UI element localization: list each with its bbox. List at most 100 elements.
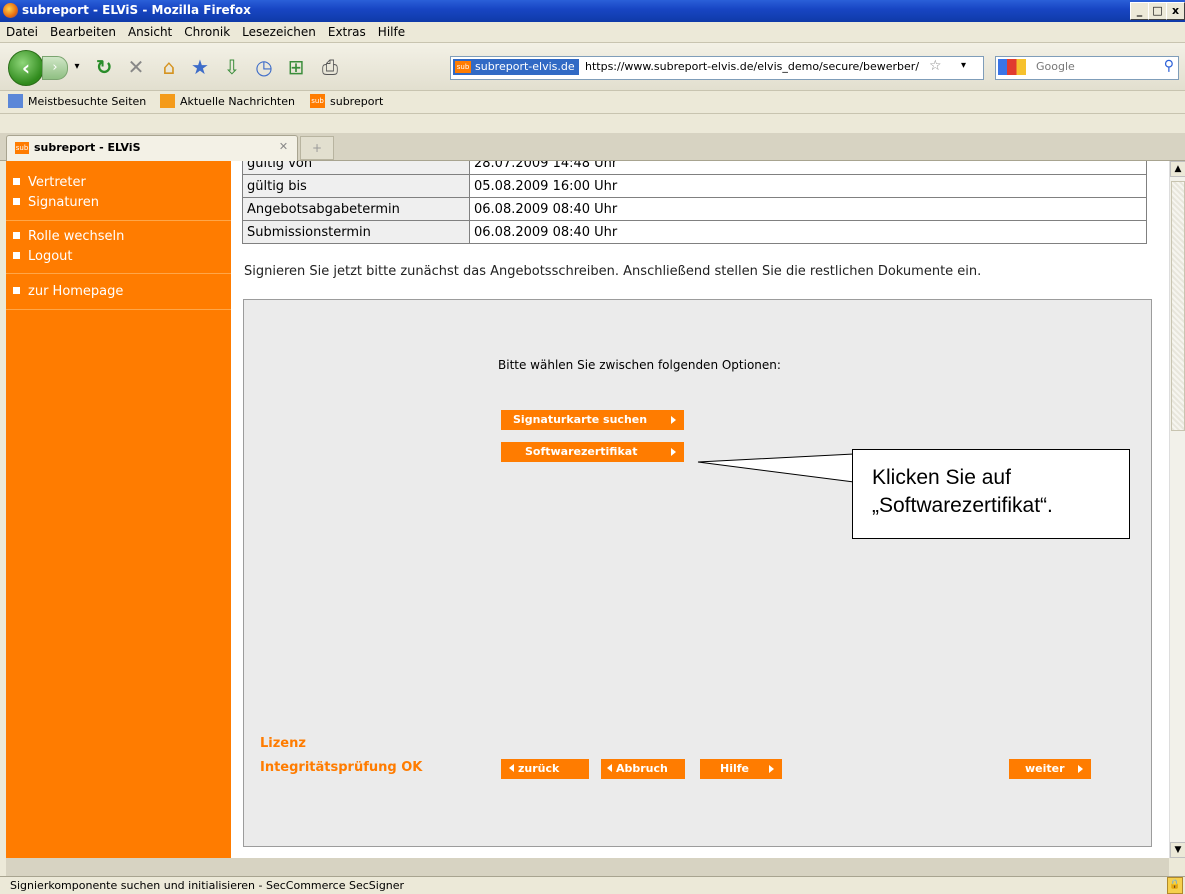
sidebar-item-vertreter[interactable]: Vertreter (13, 175, 86, 190)
subreport-icon: sub (15, 142, 29, 154)
options-prompt: Bitte wählen Sie zwischen folgenden Opti… (498, 358, 781, 372)
signaturkarte-button[interactable]: Signaturkarte suchen (501, 410, 684, 430)
sidebar-item-label: zur Homepage (28, 284, 124, 299)
next-button[interactable]: weiter (1009, 759, 1091, 779)
search-input[interactable]: Google ⚲ (995, 56, 1179, 80)
scrollbar-thumb[interactable] (1171, 181, 1185, 431)
sidebar-item-rolle-wechseln[interactable]: Rolle wechseln (13, 229, 124, 244)
back-icon[interactable]: ‹ (8, 50, 44, 86)
tab-bar: sub subreport - ELViS ✕ + (0, 133, 1185, 161)
sidebar-item-label: Rolle wechseln (28, 229, 125, 244)
triangle-right-icon (1078, 765, 1083, 773)
clock-icon[interactable]: ◷ (250, 53, 278, 81)
table-key: Angebotsabgabetermin (242, 197, 470, 221)
bullet-icon (13, 232, 20, 239)
minimize-button[interactable]: _ (1130, 2, 1149, 20)
print-icon[interactable]: ⎙ (316, 53, 344, 81)
button-label: Abbruch (616, 762, 668, 775)
tab-subreport[interactable]: sub subreport - ELViS ✕ (6, 135, 298, 161)
reload-icon[interactable]: ↻ (90, 53, 118, 81)
sidebar-divider (6, 220, 231, 221)
callout-line-1: Klicken Sie auf (872, 466, 1011, 489)
table-value: 28.07.2009 14:48 Uhr (469, 161, 1147, 175)
stop-icon[interactable]: ✕ (122, 53, 150, 81)
search-icon[interactable]: ⚲ (1164, 58, 1174, 74)
scroll-up-icon[interactable]: ▲ (1170, 161, 1185, 177)
callout-pointer-line (697, 453, 855, 483)
status-text: Signierkomponente suchen und initialisie… (10, 879, 405, 892)
address-bar[interactable]: subreport-elvis.de https://www.subreport… (450, 56, 984, 80)
sidebar-divider (6, 309, 231, 310)
signer-panel: Bitte wählen Sie zwischen folgenden Opti… (243, 299, 1152, 847)
maximize-button[interactable]: □ (1148, 2, 1167, 20)
menu-ansicht[interactable]: Ansicht (122, 22, 178, 39)
vertical-scrollbar[interactable]: ▲ ▼ (1169, 161, 1185, 858)
google-icon[interactable] (998, 59, 1026, 75)
tender-info-table: gültig von 28.07.2009 14:48 Uhr gültig bi… (242, 161, 1147, 244)
lock-icon[interactable]: 🔒 (1167, 877, 1183, 894)
help-button[interactable]: Hilfe (700, 759, 782, 779)
bookmark-label: subreport (330, 95, 384, 108)
close-button[interactable]: x (1166, 2, 1185, 20)
tab-label: subreport - ELViS (34, 141, 141, 154)
menu-chronik[interactable]: Chronik (178, 22, 236, 39)
menu-datei[interactable]: Datei (0, 22, 44, 39)
page-content: Vertreter Signaturen Rolle wechseln Logo… (6, 161, 1169, 858)
sidebar-item-logout[interactable]: Logout (13, 249, 73, 264)
sidebar: Vertreter Signaturen Rolle wechseln Logo… (6, 161, 231, 858)
triangle-left-icon (607, 764, 612, 772)
license-link[interactable]: Lizenz (260, 736, 306, 751)
bullet-icon (13, 198, 20, 205)
back-button[interactable]: zurück (501, 759, 589, 779)
menu-lesezeichen[interactable]: Lesezeichen (236, 22, 322, 39)
integrity-status: Integritätsprüfung OK (260, 760, 423, 775)
button-label: Hilfe (720, 762, 749, 775)
sidebar-item-homepage[interactable]: zur Homepage (13, 284, 123, 299)
triangle-right-icon (671, 448, 676, 456)
table-key: Submissionstermin (242, 220, 470, 244)
table-value: 06.08.2009 08:40 Uhr (469, 197, 1147, 221)
sidebar-item-label: Signaturen (28, 195, 99, 210)
home-icon[interactable]: ⌂ (155, 53, 183, 81)
cancel-button[interactable]: Abbruch (601, 759, 685, 779)
table-row: Submissionstermin 06.08.2009 08:40 Uhr (242, 220, 1147, 244)
navigation-toolbar: ‹ › ▾ ↻ ✕ ⌂ ★ ⇩ ◷ ⊞ ⎙ subreport-elvis.de… (0, 43, 1185, 91)
table-row: gültig von 28.07.2009 14:48 Uhr (242, 161, 1147, 175)
menu-extras[interactable]: Extras (322, 22, 372, 39)
bookmarks-icon[interactable]: ★ (186, 53, 214, 81)
callout-pointer (697, 453, 855, 483)
bookmark-news[interactable]: Aktuelle Nachrichten (160, 94, 295, 108)
table-row: gültig bis 05.08.2009 16:00 Uhr (242, 174, 1147, 198)
new-tab-icon[interactable]: + (300, 136, 334, 160)
firefox-icon (3, 3, 18, 18)
sidebar-divider (6, 273, 231, 274)
softwarezertifikat-button[interactable]: Softwarezertifikat (501, 442, 684, 462)
bookmark-subreport[interactable]: sub subreport (310, 94, 384, 108)
button-label: zurück (518, 762, 560, 775)
callout-box: Klicken Sie auf „Softwarezertifikat“. (852, 449, 1130, 539)
instruction-text: Signieren Sie jetzt bitte zunächst das A… (244, 264, 982, 279)
download-icon[interactable]: ⇩ (218, 53, 246, 81)
bookmark-most-visited[interactable]: Meistbesuchte Seiten (8, 94, 146, 108)
new-window-icon[interactable]: ⊞ (282, 53, 310, 81)
menu-hilfe[interactable]: Hilfe (372, 22, 411, 39)
triangle-right-icon (769, 765, 774, 773)
table-value: 05.08.2009 16:00 Uhr (469, 174, 1147, 198)
horizontal-scrollbar[interactable] (6, 858, 1169, 876)
forward-icon[interactable]: › (42, 56, 68, 80)
table-key: gültig von (242, 161, 470, 175)
window-title: subreport - ELViS - Mozilla Firefox (22, 3, 251, 17)
tab-close-icon[interactable]: ✕ (276, 139, 291, 154)
history-dropdown-icon[interactable]: ▾ (70, 53, 84, 81)
button-label: weiter (1025, 762, 1065, 775)
table-value: 06.08.2009 08:40 Uhr (469, 220, 1147, 244)
menu-bearbeiten[interactable]: Bearbeiten (44, 22, 122, 39)
table-key: gültig bis (242, 174, 470, 198)
chevron-down-icon[interactable]: ▾ (961, 60, 966, 71)
star-icon[interactable]: ☆ (929, 58, 942, 74)
sidebar-item-signaturen[interactable]: Signaturen (13, 195, 99, 210)
site-identity-label[interactable]: subreport-elvis.de (453, 59, 579, 75)
scroll-down-icon[interactable]: ▼ (1170, 842, 1185, 858)
triangle-right-icon (671, 416, 676, 424)
url-text[interactable]: https://www.subreport-elvis.de/elvis_dem… (585, 60, 919, 73)
